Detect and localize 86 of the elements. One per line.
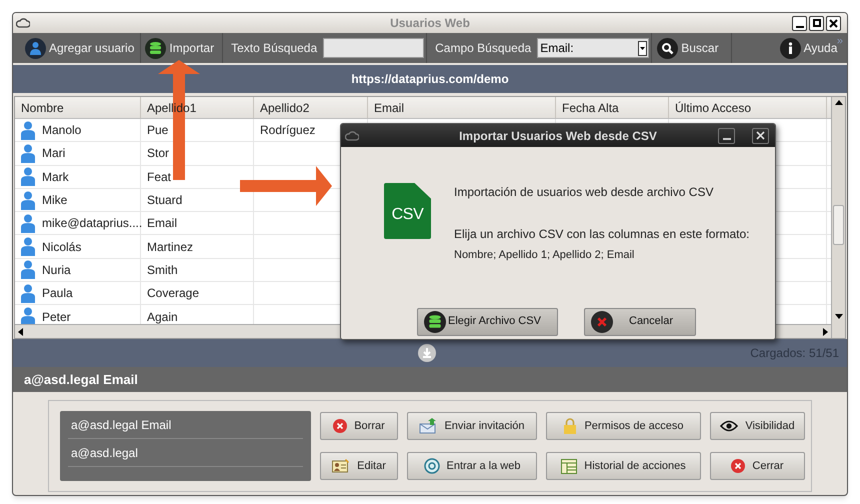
toolbar-button[interactable]: Buscar [657,36,719,60]
toolbar-button[interactable]: Ayuda [780,36,838,60]
user-icon [21,167,35,186]
minimize-button[interactable] [792,16,807,30]
table-icon [561,458,578,474]
user-icon [21,284,35,303]
user-icon [25,38,46,58]
window-title: Usuarios Web [390,15,470,32]
field-label: Texto Búsqueda [231,40,318,57]
eye-icon [720,420,738,432]
table-cell-text: Email [147,215,178,232]
column-header[interactable]: Nombre [21,98,64,116]
table-cell-text: Manolo [42,122,82,140]
info-icon [780,38,801,58]
caret-icon[interactable] [638,40,648,56]
toolbar-button[interactable]: Agregar usuario [25,36,134,60]
vertical-scrollbar[interactable] [831,97,845,338]
database-icon [424,310,446,332]
action-button[interactable]: Permisos de acceso [546,412,701,440]
table-cell-text: mike@dataprius.... [42,215,142,232]
column-header[interactable]: Fecha Alta [562,98,619,116]
lock-icon [563,418,578,434]
action-button[interactable]: Borrar [320,412,398,440]
table-cell-text: Pue [147,122,168,140]
csv-format: Nombre; Apellido 1; Apellido 2; Email [454,248,636,263]
table-cell-text: Mari [42,145,66,162]
table-cell-text: Feat [147,168,172,186]
user-icon [21,144,35,163]
search-field-select[interactable]: Email: [537,38,650,58]
minimize-button[interactable] [718,128,735,144]
column-header[interactable]: Último Acceso [675,98,752,116]
url-banner: https://dataprius.com/demo [13,65,847,93]
table-cell-text: Stor [147,145,170,162]
table-cell-text: Nuria [42,262,71,279]
download-icon[interactable] [418,344,436,362]
column-header[interactable]: Email [374,98,404,116]
user-icon [21,237,35,256]
table-cell-text: Peter [42,308,71,324]
user-icon [21,190,35,210]
table-cell-text: Stuard [147,192,182,210]
action-button[interactable]: Entrar a la web [407,452,537,480]
table-cell-text: Smith [147,262,178,279]
csv-file-icon: CSV [384,183,431,239]
search-icon [657,38,678,58]
action-button[interactable]: Cerrar [710,452,805,480]
dialog-title: Importar Usuarios Web desde CSV [459,128,657,144]
table-cell-text: Again [147,308,178,324]
id-card-icon [332,459,350,473]
user-icon [21,307,35,324]
cloud-icon [345,130,359,142]
user-icon [21,260,35,280]
close-button[interactable] [752,128,769,144]
dialog-heading: Importación de usuarios web desde archivo CSV [454,184,714,201]
field-label: Campo Búsqueda [435,40,532,57]
table-cell-text: Rodríguez [260,122,316,140]
delete-icon [333,419,348,433]
table-cell-text: Nicolás [42,238,82,256]
action-button[interactable]: Enviar invitación [407,412,537,440]
table-cell-text: Mike [42,192,68,210]
column-header[interactable]: Apellido2 [260,98,310,116]
scrollbar-thumb[interactable] [833,205,844,245]
close-icon [731,459,746,473]
dialog-instruction: Elija un archivo CSV con las columnas en este formato: [454,226,750,243]
detail-list-item[interactable]: a@asd.legal Email [68,411,303,439]
table-cell-text: Coverage [147,285,200,302]
close-button[interactable] [826,16,841,30]
detail-list-item[interactable]: a@asd.legal [68,439,303,467]
close-icon [756,131,765,140]
user-icon [21,120,35,140]
table-cell-text: Paula [42,285,73,302]
detail-title: a@asd.legal Email [24,370,138,389]
maximize-button[interactable] [809,16,824,30]
toolbar-button[interactable]: Importar [145,36,214,60]
envelope-icon [419,418,438,434]
user-icon [21,214,35,233]
action-button[interactable]: Editar [320,452,398,480]
table-cell-text: Martinez [147,238,194,256]
cloud-icon [16,17,30,29]
dialog-button[interactable]: Elegir Archivo CSV [417,308,558,336]
dialog-button[interactable]: Cancelar [584,308,696,336]
action-button[interactable]: Historial de acciones [546,452,701,480]
database-icon [145,38,166,58]
search-field[interactable] [323,38,424,58]
table-cell-text: Mark [42,168,69,186]
cancel-icon [591,310,613,332]
action-button[interactable]: Visibilidad [710,412,805,440]
